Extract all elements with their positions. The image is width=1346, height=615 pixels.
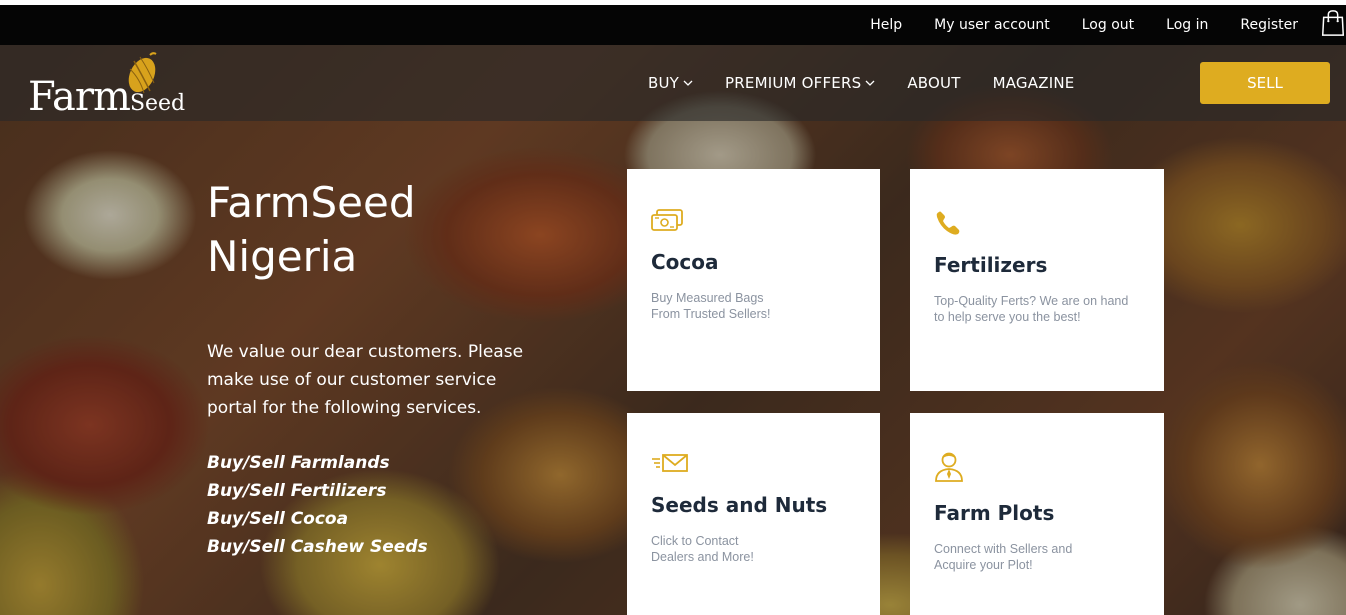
service-item-cocoa[interactable]: Buy/Sell Cocoa bbox=[207, 505, 527, 533]
nav-premium-offers-label: PREMIUM OFFERS bbox=[725, 74, 862, 92]
phone-icon bbox=[936, 211, 960, 235]
card-farm-plots-title: Farm Plots bbox=[934, 501, 1055, 525]
service-item-fertilizers[interactable]: Buy/Sell Fertilizers bbox=[207, 477, 527, 505]
farmseed-logo[interactable]: FarmSeed bbox=[28, 51, 185, 120]
hero-description: We value our dear customers. Please make… bbox=[207, 342, 524, 418]
card-seeds-and-nuts-text: Click to Contact Dealers and More! bbox=[651, 533, 861, 565]
money-icon bbox=[651, 209, 683, 231]
service-item-cashew-seeds[interactable]: Buy/Sell Cashew Seeds bbox=[207, 533, 527, 561]
sell-button[interactable]: SELL bbox=[1200, 62, 1330, 104]
log-out-link[interactable]: Log out bbox=[1082, 17, 1134, 33]
nav-buy-label: BUY bbox=[648, 74, 680, 92]
card-seeds-and-nuts[interactable]: Seeds and Nuts Click to Contact Dealers … bbox=[627, 413, 880, 615]
services-list: Buy/Sell Farmlands Buy/Sell Fertilizers … bbox=[207, 449, 527, 561]
hero-title-line1: FarmSeed bbox=[207, 178, 416, 227]
card-fertilizers-text: Top-Quality Ferts? We are on hand to hel… bbox=[934, 293, 1149, 325]
nav-magazine[interactable]: MAGAZINE bbox=[993, 74, 1075, 92]
card-cocoa[interactable]: Cocoa Buy Measured Bags From Trusted Sel… bbox=[627, 169, 880, 391]
hero-title: FarmSeed Nigeria bbox=[207, 176, 527, 284]
nav-buy[interactable]: BUY bbox=[648, 74, 693, 92]
card-cocoa-title: Cocoa bbox=[651, 250, 719, 274]
card-seeds-and-nuts-text-line2: Dealers and More! bbox=[651, 550, 754, 564]
log-in-link[interactable]: Log in bbox=[1166, 17, 1208, 33]
main-navbar: FarmSeed BUY PREMIUM OFFERS ABOUT MAGAZI… bbox=[0, 45, 1346, 121]
card-fertilizers-title: Fertilizers bbox=[934, 253, 1048, 277]
utility-links: Help My user account Log out Log in Regi… bbox=[870, 5, 1346, 45]
nav-about[interactable]: ABOUT bbox=[907, 74, 960, 92]
primary-menu: BUY PREMIUM OFFERS ABOUT MAGAZINE bbox=[648, 45, 1106, 121]
service-item-farmlands[interactable]: Buy/Sell Farmlands bbox=[207, 449, 527, 477]
card-fertilizers[interactable]: Fertilizers Top-Quality Ferts? We are on… bbox=[910, 169, 1164, 391]
chevron-down-icon bbox=[865, 80, 875, 86]
nav-premium-offers[interactable]: PREMIUM OFFERS bbox=[725, 74, 875, 92]
cocoa-pod-logo-icon bbox=[128, 52, 157, 94]
nav-about-label: ABOUT bbox=[907, 74, 961, 92]
card-farm-plots-text-line1: Connect with Sellers and bbox=[934, 542, 1073, 556]
help-link[interactable]: Help bbox=[870, 17, 902, 33]
card-fertilizers-text-line2: to help serve you the best! bbox=[934, 310, 1081, 324]
card-seeds-and-nuts-title: Seeds and Nuts bbox=[651, 493, 828, 517]
mail-icon bbox=[652, 454, 688, 472]
my-user-account-link[interactable]: My user account bbox=[934, 17, 1050, 33]
register-link[interactable]: Register bbox=[1240, 17, 1298, 33]
logo-text-main: Farm bbox=[28, 74, 131, 120]
card-farm-plots-text: Connect with Sellers and Acquire your Pl… bbox=[934, 541, 1144, 573]
card-fertilizers-text-line1: Top-Quality Ferts? We are on hand bbox=[934, 294, 1129, 308]
card-cocoa-text: Buy Measured Bags From Trusted Sellers! bbox=[651, 290, 861, 322]
card-cocoa-text-line1: Buy Measured Bags bbox=[651, 291, 764, 305]
shopping-bag-icon[interactable] bbox=[1320, 9, 1346, 37]
nav-magazine-label: MAGAZINE bbox=[992, 74, 1075, 92]
card-seeds-and-nuts-text-line1: Click to Contact bbox=[651, 534, 739, 548]
hero-intro: FarmSeed Nigeria We value our dear custo… bbox=[207, 176, 527, 561]
top-utility-bar: Help My user account Log out Log in Regi… bbox=[0, 5, 1346, 45]
card-farm-plots[interactable]: Farm Plots Connect with Sellers and Acqu… bbox=[910, 413, 1164, 615]
hero-title-line2: Nigeria bbox=[207, 232, 358, 281]
chevron-down-icon bbox=[683, 80, 693, 86]
card-cocoa-text-line2: From Trusted Sellers! bbox=[651, 307, 771, 321]
card-farm-plots-text-line2: Acquire your Plot! bbox=[934, 558, 1033, 572]
person-icon bbox=[935, 452, 963, 482]
